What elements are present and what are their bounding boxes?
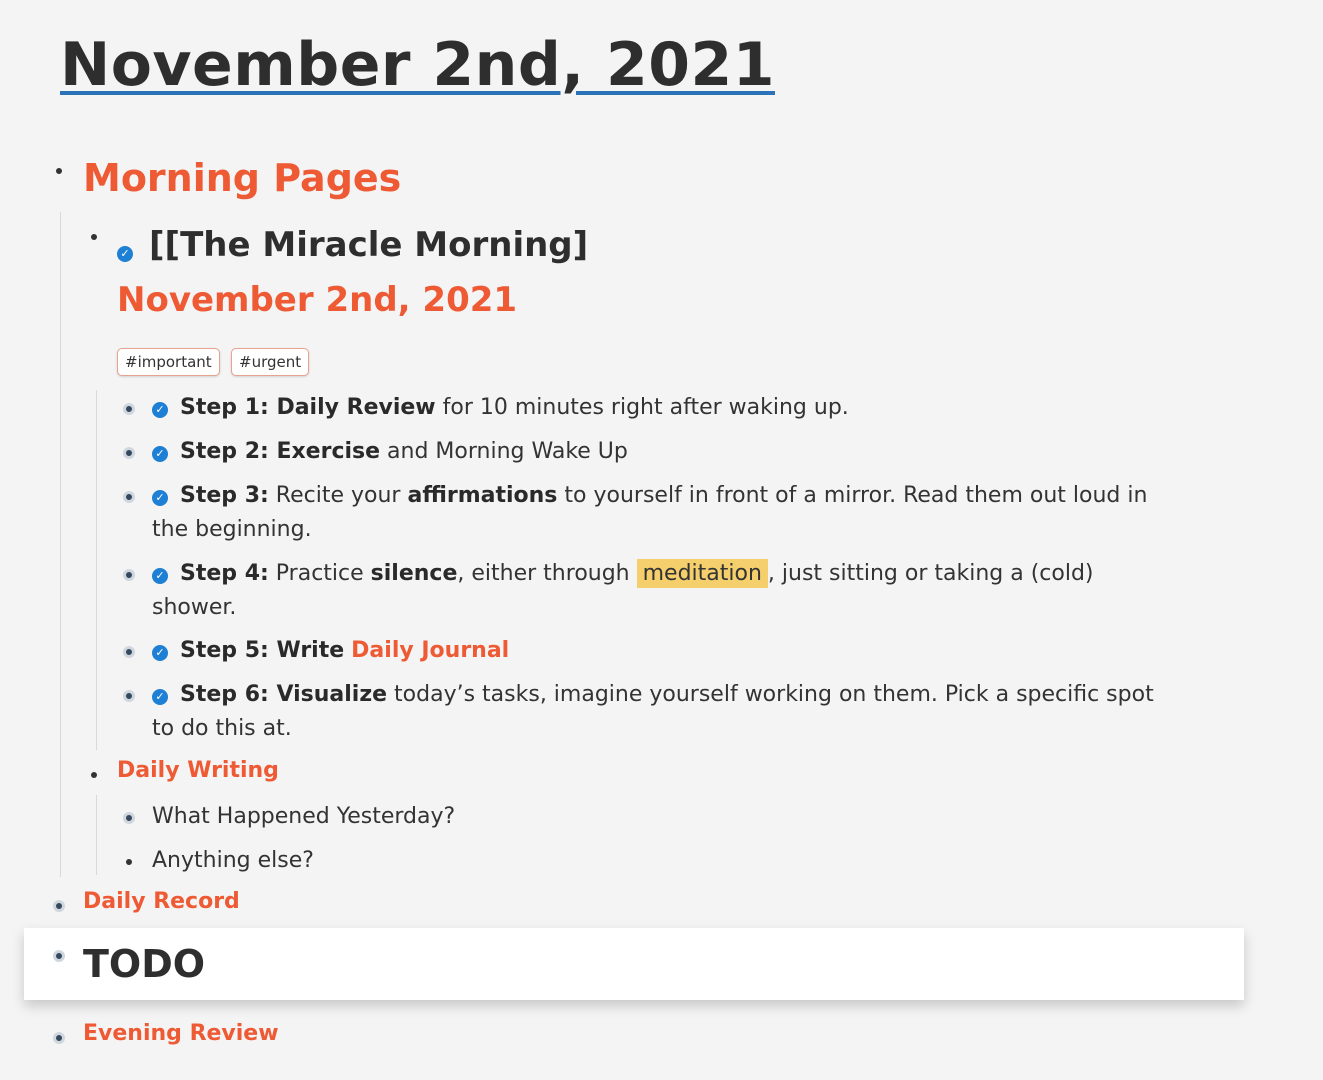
collapsed-bullet[interactable] [53,900,65,912]
collapsed-bullet[interactable] [123,569,135,581]
collapsed-bullet[interactable] [123,403,135,415]
step-text: Practice [275,561,364,586]
checkmark-icon[interactable]: ✓ [117,246,133,262]
indent-guide [96,795,97,875]
daily-writing-item[interactable]: Anything else? [152,844,314,878]
todo-block[interactable] [24,928,1244,1000]
step-3-continued[interactable]: the beginning. [152,513,312,547]
highlight-meditation: meditation [636,559,768,588]
daily-writing-item[interactable]: What Happened Yesterday? [152,800,455,834]
step-3[interactable]: Step 3: Recite your affirmations to your… [180,479,1147,513]
checkmark-icon[interactable]: ✓ [152,645,168,661]
collapsed-bullet[interactable] [123,646,135,658]
collapsed-bullet[interactable] [123,491,135,503]
todo-heading[interactable]: TODO [83,942,205,986]
link-daily-record[interactable]: Daily Record [83,889,240,914]
checkmark-icon[interactable]: ✓ [152,568,168,584]
checkmark-icon[interactable]: ✓ [152,402,168,418]
step-text: , either through [457,561,630,586]
step-4[interactable]: Step 4: Practice silence, either through… [180,557,1094,591]
link-daily-journal[interactable]: Daily Journal [351,638,509,663]
step-label: Step 5: Write [180,638,345,663]
checkmark-icon[interactable]: ✓ [152,446,168,462]
step-text: Recite your [275,483,401,508]
collapsed-bullet[interactable] [123,447,135,459]
step-text: , just sitting or taking a (cold) [767,561,1094,586]
step-text: to yourself in front of a mirror. Read t… [564,483,1148,508]
step-text: today’s tasks, imagine yourself working … [394,682,1154,707]
step-label: Step 2: Exercise [180,439,381,464]
tag-urgent[interactable]: #urgent [231,348,310,376]
step-label: Step 3: [180,483,269,508]
step-label: Step 4: [180,561,269,586]
step-text: for 10 minutes right after waking up. [442,395,849,420]
collapsed-bullet[interactable] [53,1032,65,1044]
step-label: Step 1: Daily Review [180,395,436,420]
step-1[interactable]: Step 1: Daily Review for 10 minutes righ… [180,391,849,425]
link-evening-review[interactable]: Evening Review [83,1021,279,1046]
indent-guide [60,212,61,877]
bullet[interactable] [126,859,132,865]
step-6-continued[interactable]: to do this at. [152,712,292,746]
collapsed-bullet[interactable] [123,812,135,824]
step-4-continued[interactable]: shower. [152,591,236,625]
step-text: and Morning Wake Up [387,439,628,464]
step-bold: silence [370,561,458,586]
checkmark-icon[interactable]: ✓ [152,490,168,506]
step-6[interactable]: Step 6: Visualize today’s tasks, imagine… [180,678,1154,712]
step-bold: affirmations [407,483,558,508]
collapsed-bullet[interactable] [53,950,65,962]
link-daily-writing[interactable]: Daily Writing [117,758,279,783]
step-5[interactable]: Step 5: Write Daily Journal [180,634,509,668]
step-2[interactable]: Step 2: Exercise and Morning Wake Up [180,435,628,469]
step-label: Step 6: Visualize [180,682,388,707]
checkmark-icon[interactable]: ✓ [152,689,168,705]
subtitle-date[interactable]: November 2nd, 2021 [117,280,517,320]
heading-morning-pages[interactable]: Morning Pages [83,156,401,200]
page-title[interactable]: November 2nd, 2021 [60,30,775,100]
indent-guide [96,390,97,750]
bullet[interactable] [91,772,97,778]
bullet[interactable] [91,234,97,240]
bullet[interactable] [56,168,62,174]
tag-important[interactable]: #important [117,348,220,376]
collapsed-bullet[interactable] [123,690,135,702]
page-link-miracle-morning[interactable]: [[The Miracle Morning] [149,225,588,265]
